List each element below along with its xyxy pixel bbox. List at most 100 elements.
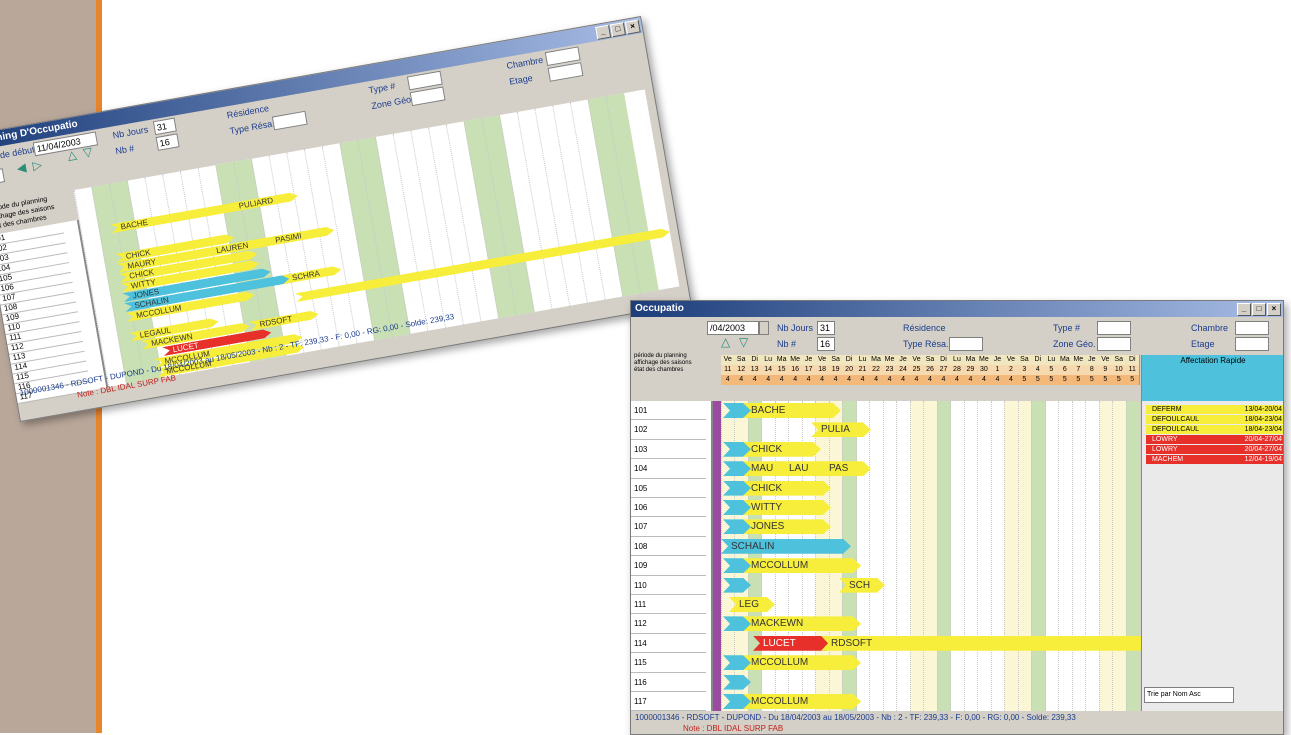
quick-dates: 20/04-27/04	[1244, 446, 1282, 453]
menu-saisons[interactable]: affichage des saisons	[634, 360, 714, 367]
room-label: 101	[631, 401, 706, 421]
nb-field[interactable]: 16	[817, 337, 835, 351]
affectation-panel: Affectation Rapide DEFERM 13/04-20/04 DEFO…	[1141, 355, 1283, 711]
header-cell: Je	[1085, 355, 1100, 365]
reservation-bar[interactable]: LUCET	[753, 636, 835, 651]
reservation-bar[interactable]: CHICK	[741, 481, 831, 496]
header-cell: 4	[842, 375, 857, 385]
prev-arrow-icon[interactable]: ◀	[16, 160, 28, 175]
date-dropdown[interactable]	[759, 321, 769, 335]
zone-field[interactable]	[1097, 337, 1131, 351]
reservation-bar[interactable]: CHICK	[741, 442, 821, 457]
residence-label: Résidence	[226, 103, 270, 121]
header-cell: Je	[896, 355, 911, 365]
header-cell: 4	[788, 375, 803, 385]
chambre-field[interactable]	[1235, 321, 1269, 335]
etage-label: Etage	[1191, 339, 1215, 349]
quick-assign-item[interactable]: DEFOULCAUL 18/04-23/04	[1146, 425, 1283, 434]
header-cell: 5	[1031, 375, 1046, 385]
nbjours-field[interactable]: 31	[817, 321, 835, 335]
room-label: 109	[631, 556, 706, 576]
header-cell: 12	[734, 365, 749, 375]
header-cell: 30	[977, 365, 992, 375]
header-cell: 11	[721, 365, 736, 375]
quick-assign-item[interactable]: DEFOULCAUL 18/04-23/04	[1146, 415, 1283, 424]
nbjours-field[interactable]: 31	[152, 117, 177, 136]
minimize-button[interactable]: _	[1237, 303, 1251, 316]
header-cell: 4	[761, 375, 776, 385]
type-field[interactable]	[1097, 321, 1131, 335]
type-label: Type #	[367, 80, 397, 96]
reservation-bar[interactable]: PAS	[819, 461, 871, 476]
quick-name: MACHEM	[1152, 456, 1184, 463]
reservation-bar[interactable]: JONES	[741, 519, 831, 534]
menu-etat[interactable]: état des chambres	[634, 367, 714, 374]
etage-field[interactable]	[1235, 337, 1269, 351]
menu-periode[interactable]: période du planning	[634, 353, 714, 360]
day-column	[963, 401, 978, 711]
quick-assign-item[interactable]: MACHEM 12/04-19/04	[1146, 455, 1283, 464]
front-toolbar: /04/2003 △ ▽ Nb Jours 31 Nb # 16 Résiden…	[631, 317, 1283, 353]
quick-assign-item[interactable]: LOWRY 20/04-27/04	[1146, 445, 1283, 454]
sort-select[interactable]: Trie par Nom Asc	[1144, 687, 1234, 703]
header-cell: 4	[896, 375, 911, 385]
front-planning-grid[interactable]: BACHE PULIA CHICK MAU LAU PAS CHICK WITTY JONES S…	[713, 401, 1139, 711]
date-field[interactable]: /04/2003	[707, 321, 759, 335]
header-cell: Sa	[1017, 355, 1033, 365]
etage-field[interactable]	[547, 62, 584, 82]
reservation-bar[interactable]: MACKEWN	[741, 616, 861, 631]
header-cell: Di	[842, 355, 857, 365]
header-cell: Sa	[923, 355, 938, 365]
down-arrow-icon[interactable]: ▽	[82, 144, 94, 159]
header-cell: 21	[855, 365, 871, 375]
header-cell: 26	[923, 365, 938, 375]
next-arrow-icon[interactable]: ▷	[32, 157, 44, 172]
zone-field[interactable]	[409, 86, 446, 107]
header-cell: Me	[977, 355, 992, 365]
day-column	[1085, 401, 1099, 711]
header-cell: Di	[747, 355, 763, 365]
header-cell: 4	[909, 375, 925, 385]
small-field[interactable]: 31	[0, 168, 6, 186]
header-cell: 20	[842, 365, 857, 375]
nb-field[interactable]: 16	[155, 133, 180, 151]
maximize-button[interactable]: □	[609, 22, 626, 38]
panel-header-band	[1142, 367, 1283, 401]
room-label: 115	[631, 653, 706, 673]
minimize-button[interactable]: _	[595, 24, 612, 40]
day-column	[1125, 401, 1140, 711]
header-cell: 1	[990, 365, 1006, 375]
room-label: 116	[631, 673, 706, 692]
front-window-titlebar[interactable]: Occupatio _ □ ×	[631, 301, 1283, 317]
reservation-bar[interactable]: SCHALIN	[721, 539, 851, 554]
reservation-bar[interactable]: RDSOFT	[821, 636, 1149, 651]
header-cell: Di	[1031, 355, 1046, 365]
up-arrow-icon[interactable]: △	[66, 147, 78, 162]
header-cell: 24	[896, 365, 911, 375]
header-cell: 5	[1085, 375, 1100, 385]
header-cell: 4	[1031, 365, 1046, 375]
reservation-bar[interactable]: BACHE	[741, 403, 841, 418]
typeresa-field[interactable]	[949, 337, 983, 351]
quick-assign-item[interactable]: DEFERM 13/04-20/04	[1146, 405, 1283, 414]
reservation-bar[interactable]: MCCOLLUM	[741, 694, 861, 709]
reservation-bar[interactable]: WITTY	[741, 500, 831, 515]
close-button[interactable]: ×	[624, 19, 641, 35]
down-arrow-icon[interactable]: ▽	[739, 335, 748, 349]
header-cell: Lu	[761, 355, 776, 365]
quick-assign-item[interactable]: LOWRY 20/04-27/04	[1146, 435, 1283, 444]
room-label: 117	[631, 692, 706, 712]
maximize-button[interactable]: □	[1252, 303, 1266, 316]
close-button[interactable]: ×	[1267, 303, 1281, 316]
up-arrow-icon[interactable]: △	[721, 335, 730, 349]
header-cell: 4	[950, 375, 965, 385]
typeresa-field[interactable]	[271, 110, 308, 131]
header-cell: 4	[747, 375, 763, 385]
reservation-bar[interactable]: PULIA	[811, 422, 871, 437]
reservation-bar[interactable]: MCCOLLUM	[741, 655, 861, 670]
front-planning-window: Occupatio _ □ × /04/2003 △ ▽ Nb Jours 31 N…	[630, 300, 1284, 735]
day-column	[990, 401, 1005, 711]
reservation-bar[interactable]: MCCOLLUM	[741, 558, 861, 573]
header-cell: 3	[1017, 365, 1033, 375]
header-cell: 4	[990, 375, 1006, 385]
